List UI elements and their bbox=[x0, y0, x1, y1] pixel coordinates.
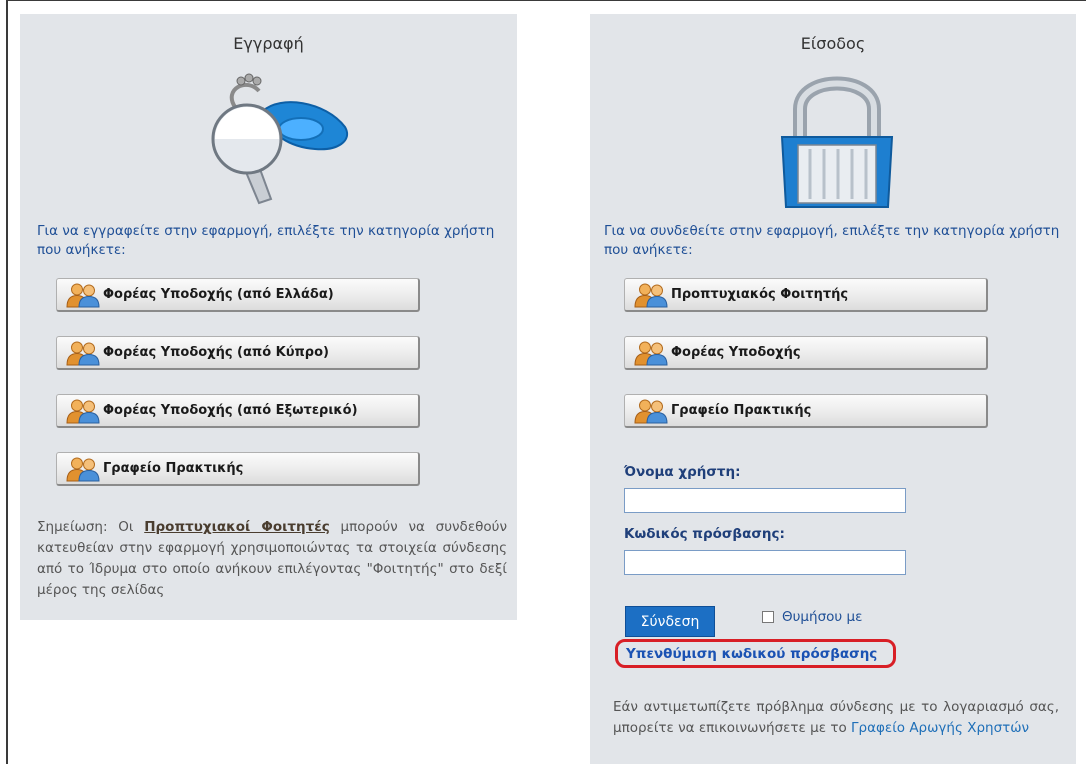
users-icon bbox=[66, 456, 100, 482]
remember-me-label: Θυμήσου με bbox=[782, 609, 863, 625]
register-host-cyprus-button[interactable]: Φορέας Υποδοχής (από Κύπρο) bbox=[56, 336, 420, 370]
username-input[interactable] bbox=[624, 488, 906, 513]
note-prefix: Σημείωση: Οι bbox=[37, 519, 145, 535]
password-label: Κωδικός πρόσβασης: bbox=[624, 526, 785, 542]
remember-me-checkbox[interactable] bbox=[762, 611, 774, 623]
users-icon bbox=[634, 398, 668, 424]
login-host-button[interactable]: Φορέας Υποδοχής bbox=[624, 336, 988, 370]
password-input[interactable] bbox=[624, 550, 906, 575]
username-label: Όνομα χρήστη: bbox=[624, 464, 741, 480]
forgot-password-highlight: Υπενθύμιση κωδικού πρόσβασης bbox=[615, 639, 896, 668]
window-border-top bbox=[6, 0, 1086, 1]
button-label: Γραφείο Πρακτικής bbox=[671, 403, 812, 418]
remember-me[interactable]: Θυμήσου με bbox=[762, 609, 862, 625]
registration-panel: Εγγραφή Για να εγγραφείτε στην εφαρμογή,… bbox=[20, 14, 517, 620]
users-icon bbox=[634, 282, 668, 308]
login-title: Είσοδος bbox=[800, 34, 866, 53]
users-icon bbox=[66, 282, 100, 308]
login-panel: Είσοδος Για να συνδεθείτε στην εφαρμογή,… bbox=[590, 14, 1076, 764]
help-text: Εάν αντιμετωπίζετε πρόβλημα σύνδεσης με … bbox=[613, 697, 1059, 739]
padlock-icon bbox=[780, 76, 894, 208]
login-submit-button[interactable]: Σύνδεση bbox=[625, 606, 715, 637]
button-label: Γραφείο Πρακτικής bbox=[103, 461, 244, 476]
login-intro: Για να συνδεθείτε στην εφαρμογή, επιλέξτ… bbox=[604, 223, 1060, 258]
login-undergraduate-button[interactable]: Προπτυχιακός Φοιτητής bbox=[624, 278, 988, 312]
registration-intro: Για να εγγραφείτε στην εφαρμογή, επιλέξτ… bbox=[37, 223, 495, 258]
key-icon bbox=[211, 73, 348, 205]
forgot-password-link[interactable]: Υπενθύμιση κωδικού πρόσβασης bbox=[626, 646, 877, 662]
users-icon bbox=[634, 340, 668, 366]
button-label: Φορέας Υποδοχής (από Ελλάδα) bbox=[103, 287, 334, 302]
button-label: Φορέας Υποδοχής bbox=[671, 345, 801, 360]
register-host-abroad-button[interactable]: Φορέας Υποδοχής (από Εξωτερικό) bbox=[56, 394, 420, 428]
button-label: Φορέας Υποδοχής (από Εξωτερικό) bbox=[103, 403, 358, 418]
button-label: Προπτυχιακός Φοιτητής bbox=[671, 287, 849, 302]
window-border-left bbox=[6, 0, 8, 764]
register-practice-office-button[interactable]: Γραφείο Πρακτικής bbox=[56, 452, 420, 486]
registration-title: Εγγραφή bbox=[233, 34, 304, 53]
users-icon bbox=[66, 340, 100, 366]
undergraduate-students-link[interactable]: Προπτυχιακοί Φοιτητές bbox=[144, 519, 330, 535]
helpdesk-link[interactable]: Γραφείο Αρωγής Χρηστών bbox=[851, 720, 1029, 736]
register-host-greece-button[interactable]: Φορέας Υποδοχής (από Ελλάδα) bbox=[56, 278, 420, 312]
registration-note: Σημείωση: Οι Προπτυχιακοί Φοιτητές μπορο… bbox=[37, 517, 507, 601]
login-practice-office-button[interactable]: Γραφείο Πρακτικής bbox=[624, 394, 988, 428]
button-label: Φορέας Υποδοχής (από Κύπρο) bbox=[103, 345, 329, 360]
users-icon bbox=[66, 398, 100, 424]
